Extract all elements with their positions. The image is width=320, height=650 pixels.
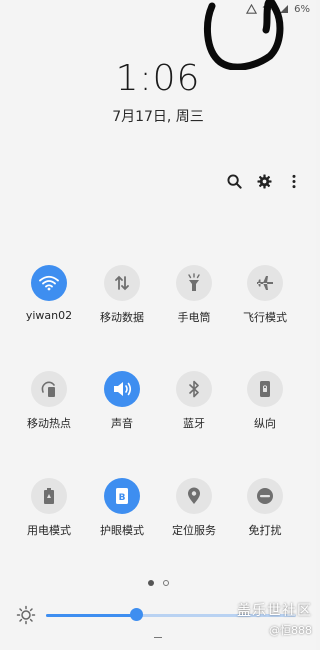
wifi-icon [31, 265, 67, 301]
tile-label: 蓝牙 [183, 417, 205, 430]
tile-portrait[interactable]: 纵向 [226, 371, 304, 431]
svg-text:B: B [119, 493, 126, 503]
tile-wifi[interactable]: yiwan02 [10, 265, 88, 322]
flashlight-icon [176, 265, 212, 301]
sound-icon [104, 371, 140, 407]
airplane-icon [247, 265, 283, 301]
watermark-line2: @恒888 [269, 624, 312, 637]
bluetooth-icon [176, 371, 212, 407]
gear-icon[interactable] [256, 173, 272, 189]
location-icon [176, 478, 212, 514]
mobile-data-icon [104, 265, 140, 301]
watermark: 盖乐世社区 @恒888 [237, 600, 312, 638]
tile-label: 用电模式 [27, 524, 71, 537]
tile-mobile-data[interactable]: 移动数据 [83, 265, 161, 325]
tile-label: 免打扰 [248, 524, 282, 537]
tile-hotspot[interactable]: 移动热点 [10, 371, 88, 431]
tile-power-mode[interactable]: 用电模式 [10, 478, 88, 538]
brightness-icon [16, 605, 36, 625]
clock-date: 7月17日, 周三 [112, 109, 204, 125]
tile-label: 手电筒 [177, 311, 211, 324]
do-not-disturb-icon [247, 478, 283, 514]
tile-label: 定位服务 [172, 524, 216, 537]
tile-do-not-disturb[interactable]: 免打扰 [226, 478, 304, 538]
clock-time: 1:06 [115, 58, 201, 99]
tile-label: 护眼模式 [100, 524, 144, 537]
tile-bluetooth[interactable]: 蓝牙 [155, 371, 233, 431]
tile-location[interactable]: 定位服务 [155, 478, 233, 538]
tile-sound[interactable]: 声音 [83, 371, 161, 431]
tile-label: yiwan02 [25, 309, 73, 322]
panel-handle[interactable] [154, 637, 162, 638]
power-mode-icon [31, 478, 67, 514]
tile-airplane-mode[interactable]: 飞行模式 [226, 265, 304, 325]
portrait-icon [247, 371, 283, 407]
search-icon[interactable] [226, 173, 242, 189]
brightness-fill [46, 614, 136, 617]
page-dot-1[interactable] [147, 580, 154, 586]
page-dot-2[interactable] [162, 580, 169, 586]
hotspot-icon [31, 371, 67, 407]
more-options-icon[interactable] [286, 173, 302, 189]
page-indicator [0, 580, 316, 586]
tile-flashlight[interactable]: 手电筒 [155, 265, 233, 325]
brightness-thumb[interactable] [130, 608, 143, 621]
quick-panel: 6% 1:06 7月17日, 周三 yiwan02 移动数据 手电筒 飞行模式 … [0, 0, 316, 650]
tile-label: 声音 [111, 417, 133, 430]
battery-percent: 6% [294, 3, 310, 15]
watermark-line1: 盖乐世社区 [237, 603, 312, 619]
panel-toolbar [226, 173, 302, 189]
tile-label: 飞行模式 [243, 311, 287, 324]
tile-label: 移动数据 [100, 311, 144, 324]
eye-comfort-icon: B [104, 478, 140, 514]
tile-label: 移动热点 [27, 417, 71, 430]
tile-label: 纵向 [254, 417, 276, 430]
tile-eye-comfort[interactable]: B 护眼模式 [83, 478, 161, 538]
